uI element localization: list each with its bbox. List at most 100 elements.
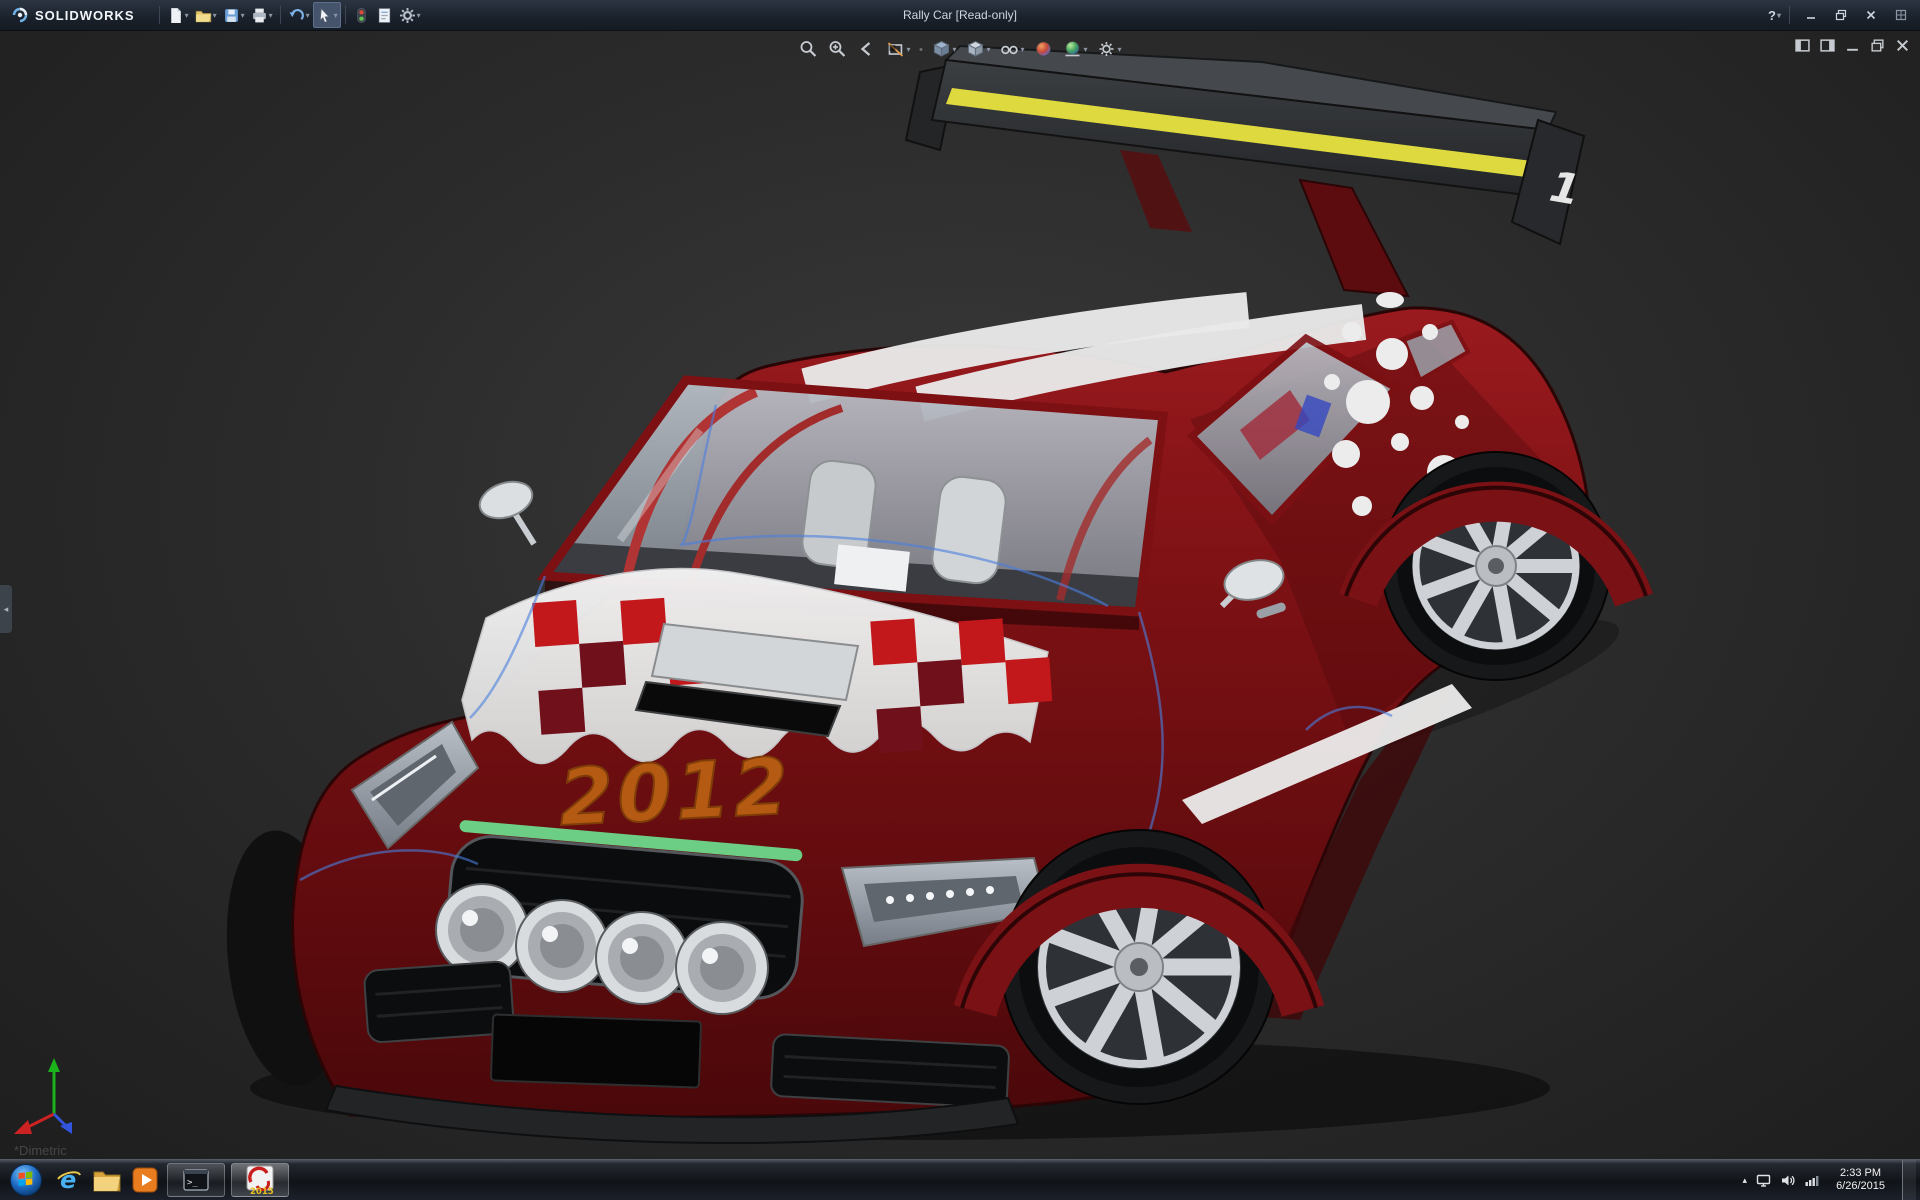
divider: [919, 48, 922, 51]
print-icon: [251, 7, 268, 24]
chevron-down-icon[interactable]: ▾: [1021, 45, 1025, 54]
undo-button[interactable]: ▾: [285, 2, 313, 28]
passenger-seat: [930, 474, 1008, 585]
appearance-ball-icon: [1034, 39, 1054, 59]
internet-explorer-icon: e: [55, 1166, 83, 1194]
view-settings-button[interactable]: ▾: [1096, 38, 1123, 60]
rear-wing[interactable]: 1: [906, 46, 1584, 296]
clock-date: 6/26/2015: [1836, 1180, 1885, 1193]
open-button[interactable]: ▾: [192, 2, 220, 28]
chevron-down-icon[interactable]: ▾: [1118, 45, 1122, 54]
section-view-icon: [885, 39, 905, 59]
chevron-down-icon[interactable]: ▾: [213, 11, 217, 20]
chevron-down-icon[interactable]: ▾: [986, 45, 990, 54]
show-desktop-button[interactable]: [1902, 1160, 1916, 1200]
heads-up-view-toolbar: ▾ ▾ ▾ ▾: [797, 38, 1122, 60]
hide-show-items-button[interactable]: ▾: [999, 38, 1026, 60]
brand-text: SOLIDWORKS: [35, 8, 135, 23]
chevron-down-icon[interactable]: ▾: [1084, 45, 1088, 54]
year-decal: 2012: [557, 742, 794, 844]
chevron-down-icon[interactable]: ▾: [906, 45, 910, 54]
file-explorer-button[interactable]: [88, 1163, 126, 1197]
windows-start-icon: [9, 1163, 43, 1197]
window-controls: ? ▾: [1768, 6, 1920, 24]
close-button[interactable]: [1858, 6, 1884, 24]
chevron-down-icon[interactable]: ▾: [185, 11, 189, 20]
print-button[interactable]: ▾: [248, 2, 276, 28]
graphics-area[interactable]: 1: [0, 30, 1920, 1160]
doc-close-icon[interactable]: [1895, 38, 1910, 53]
previous-view-button[interactable]: [855, 38, 877, 60]
network-tray-icon[interactable]: [1804, 1173, 1819, 1188]
start-button[interactable]: [8, 1162, 44, 1198]
system-tray: ▴ 2:33 PM 6/26/2015: [1743, 1160, 1920, 1200]
solidworks-app-icon: 2015: [245, 1165, 275, 1195]
display-tray-icon[interactable]: [1756, 1173, 1771, 1188]
rally-car-model[interactable]: 1: [0, 30, 1920, 1160]
chevron-down-icon[interactable]: ▾: [1777, 11, 1781, 20]
section-view-button[interactable]: ▾: [884, 38, 911, 60]
rebuild-button[interactable]: [350, 2, 373, 28]
license-plate: [491, 1014, 701, 1087]
svg-text:e: e: [60, 1166, 76, 1194]
gear-icon: [399, 7, 416, 24]
panel-collapse-tab[interactable]: ◂: [0, 585, 12, 633]
undo-icon: [288, 7, 305, 24]
solidworks-year-label: 2015: [250, 1187, 274, 1195]
close-icon: [1865, 9, 1877, 21]
zoom-to-fit-button[interactable]: [797, 38, 819, 60]
view-orientation-label: *Dimetric: [14, 1143, 67, 1158]
media-player-button[interactable]: [126, 1163, 164, 1197]
scene-globe-icon: [1063, 39, 1083, 59]
new-document-button[interactable]: ▾: [164, 2, 192, 28]
options-button[interactable]: ▾: [396, 2, 424, 28]
glasses-icon: [1000, 39, 1020, 59]
chevron-down-icon[interactable]: ▾: [417, 11, 421, 20]
taskbar-clock[interactable]: 2:33 PM 6/26/2015: [1828, 1167, 1893, 1193]
restore-button[interactable]: [1828, 6, 1854, 24]
help-icon: ?: [1768, 8, 1776, 23]
svg-text:>_: >_: [187, 1178, 198, 1188]
chevron-down-icon[interactable]: ▾: [269, 11, 273, 20]
minimize-button[interactable]: [1798, 6, 1824, 24]
display-style-button[interactable]: ▾: [964, 38, 991, 60]
pane-right-icon[interactable]: [1820, 38, 1835, 53]
zoom-to-area-button[interactable]: [826, 38, 848, 60]
help-button[interactable]: ? ▾: [1768, 8, 1781, 23]
folder-icon: [92, 1167, 122, 1193]
file-properties-button[interactable]: [373, 2, 396, 28]
view-orientation-cube-icon: [931, 39, 951, 59]
chevron-down-icon[interactable]: ▾: [334, 11, 338, 20]
solidworks-taskbar-button[interactable]: 2015: [231, 1163, 289, 1197]
command-prompt-icon: >_: [183, 1169, 209, 1191]
expand-icon: [1895, 9, 1907, 21]
taskbar: e >_ 2015 ▴: [0, 1159, 1920, 1200]
doc-minimize-icon[interactable]: [1845, 38, 1860, 53]
zoom-to-area-icon: [827, 39, 847, 59]
divider: [1789, 6, 1790, 24]
app-logo: SOLIDWORKS: [0, 5, 145, 25]
restore-icon: [1835, 9, 1847, 21]
chevron-down-icon[interactable]: ▾: [241, 11, 245, 20]
apply-scene-button[interactable]: ▾: [1062, 38, 1089, 60]
display-style-icon: [965, 39, 985, 59]
show-hidden-icons-button[interactable]: ▴: [1743, 1175, 1748, 1186]
full-screen-toggle-button[interactable]: [1888, 6, 1914, 24]
save-icon: [223, 7, 240, 24]
chevron-down-icon[interactable]: ▾: [306, 11, 310, 20]
divider: [345, 6, 346, 24]
command-prompt-taskbar-button[interactable]: >_: [167, 1163, 225, 1197]
select-button[interactable]: ▾: [313, 2, 341, 28]
view-orientation-button[interactable]: ▾: [930, 38, 957, 60]
pane-left-icon[interactable]: [1795, 38, 1810, 53]
chevron-down-icon[interactable]: ▾: [952, 45, 956, 54]
minimize-icon: [1805, 9, 1817, 21]
save-button[interactable]: ▾: [220, 2, 248, 28]
divider: [159, 6, 160, 24]
view-settings-icon: [1097, 39, 1117, 59]
edit-appearance-button[interactable]: [1033, 38, 1055, 60]
volume-tray-icon[interactable]: [1780, 1173, 1795, 1188]
media-player-icon: [132, 1167, 158, 1193]
internet-explorer-button[interactable]: e: [50, 1163, 88, 1197]
doc-restore-icon[interactable]: [1870, 38, 1885, 53]
